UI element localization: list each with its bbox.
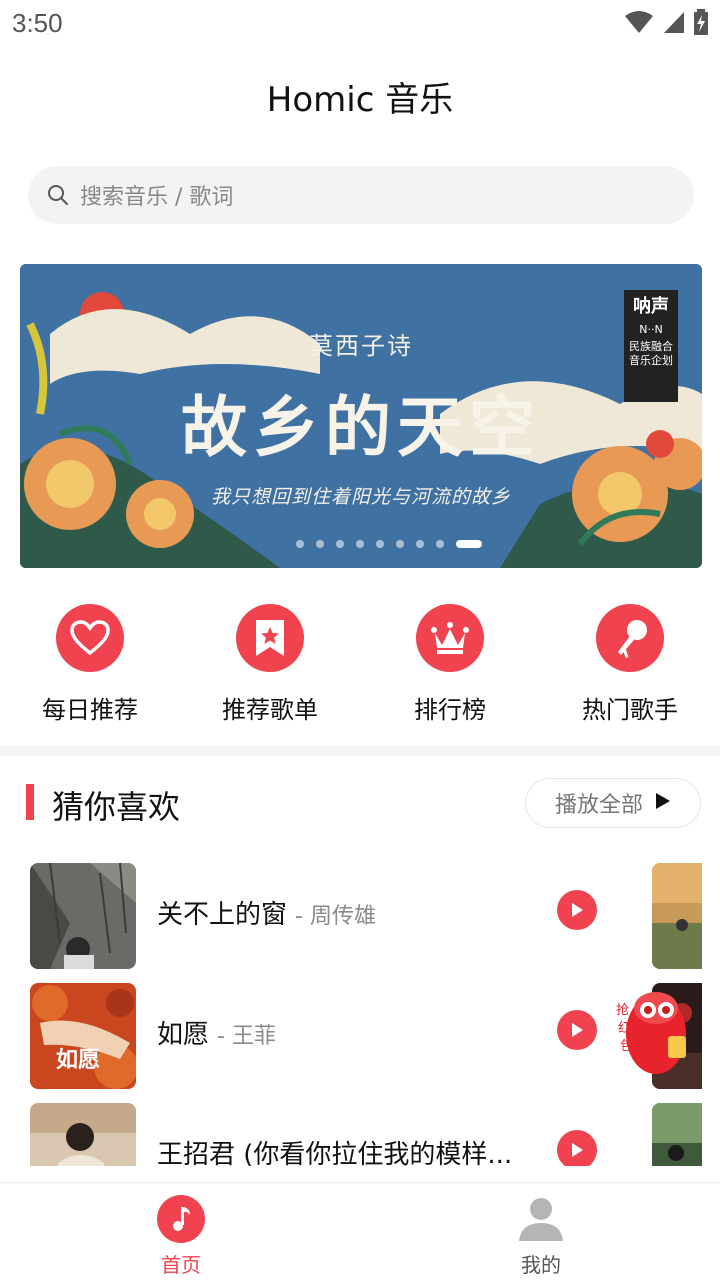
search-placeholder: 搜索音乐 / 歌词 (80, 185, 234, 210)
badge-line1: 民族融合 (629, 340, 673, 353)
crown-icon (416, 604, 484, 672)
banner-title: 故乡的天空 (181, 388, 541, 466)
tab-label: 我的 (521, 1253, 561, 1277)
user-icon (517, 1195, 565, 1243)
quick-nav-label: 推荐歌单 (222, 696, 318, 724)
carousel-dot[interactable] (356, 540, 364, 548)
tab-mine[interactable]: 我的 (441, 1195, 641, 1278)
play-icon (572, 903, 583, 917)
side-thumbnail[interactable] (652, 1103, 702, 1166)
banner-carousel[interactable]: 莫西子诗 故乡的天空 我只想回到住着阳光与河流的故乡 呐声 N··N 民族融合 … (20, 264, 702, 568)
song-title: 关不上的窗 (157, 900, 288, 930)
carousel-dot[interactable] (296, 540, 304, 548)
song-info: 关不上的窗 - 周传雄 (157, 894, 537, 931)
song-title: 如愿 (157, 1020, 210, 1050)
carousel-dot[interactable] (376, 540, 384, 548)
status-icons (624, 9, 708, 39)
quick-nav: 每日推荐 推荐歌单 排行榜 热门歌手 (0, 600, 720, 730)
svg-text:包: 包 (620, 1039, 633, 1054)
carousel-dot[interactable] (396, 540, 404, 548)
search-bar[interactable]: 搜索音乐 / 歌词 (28, 166, 694, 224)
svg-text:如愿: 如愿 (56, 1048, 100, 1073)
banner-subtitle: 莫西子诗 (309, 332, 413, 360)
battery-charging-icon (694, 9, 708, 39)
play-icon (572, 1143, 583, 1157)
bookmark-star-icon (236, 604, 304, 672)
cellular-signal-icon (662, 10, 686, 38)
heart-icon (56, 604, 124, 672)
banner-badge: 呐声 N··N 民族融合 音乐企划 (624, 290, 678, 402)
play-all-label: 播放全部 (554, 793, 643, 818)
tab-home[interactable]: 首页 (81, 1195, 281, 1278)
carousel-dot[interactable] (336, 540, 344, 548)
song-artist: - 周传雄 (295, 904, 376, 929)
svg-text:红: 红 (618, 1020, 631, 1036)
quick-nav-label: 排行榜 (414, 696, 486, 724)
status-bar: 3:50 (0, 0, 720, 50)
red-packet-float-icon[interactable]: 抢 红 包 (612, 980, 692, 1080)
carousel-indicator (20, 540, 702, 548)
section-accent-bar (26, 784, 34, 820)
music-note-icon (157, 1195, 205, 1243)
song-play-button[interactable] (557, 1010, 597, 1050)
tab-label: 首页 (161, 1253, 201, 1277)
badge-title: 呐声 (633, 296, 669, 317)
microphone-icon (596, 604, 664, 672)
app-title: Homic 音乐 (266, 80, 454, 120)
song-info: 王招君 (你看你拉住我的模样... (157, 1134, 537, 1166)
carousel-dot[interactable] (416, 540, 424, 548)
badge-mark: N··N (639, 323, 663, 336)
album-cover (30, 863, 136, 969)
badge-line2: 音乐企划 (629, 354, 673, 367)
song-title: 王招君 (你看你拉住我的模样... (157, 1140, 513, 1166)
album-cover (30, 1103, 136, 1166)
search-icon (46, 183, 70, 207)
song-info: 如愿 - 王菲 (157, 1014, 537, 1051)
song-artist: - 王菲 (217, 1024, 276, 1049)
song-play-button[interactable] (557, 890, 597, 930)
song-play-button[interactable] (557, 1130, 597, 1166)
quick-nav-charts[interactable]: 排行榜 (360, 600, 540, 725)
side-thumbnail[interactable] (652, 863, 702, 969)
banner-caption: 我只想回到住着阳光与河流的故乡 (210, 486, 511, 508)
status-time: 3:50 (12, 8, 63, 38)
play-all-button[interactable]: 播放全部 (525, 778, 701, 828)
play-triangle-icon (655, 792, 671, 814)
carousel-dot[interactable] (436, 540, 444, 548)
quick-nav-label: 热门歌手 (582, 696, 678, 724)
carousel-dot[interactable] (316, 540, 324, 548)
carousel-dot-active[interactable] (456, 540, 482, 548)
quick-nav-daily[interactable]: 每日推荐 (0, 600, 180, 725)
wifi-icon (624, 10, 654, 38)
play-icon (572, 1023, 583, 1037)
section-title: 猜你喜欢 (52, 788, 181, 826)
quick-nav-playlists[interactable]: 推荐歌单 (180, 600, 360, 725)
song-row[interactable]: 关不上的窗 - 周传雄 (0, 856, 720, 976)
section-divider (0, 746, 720, 756)
quick-nav-singers[interactable]: 热门歌手 (540, 600, 720, 725)
quick-nav-label: 每日推荐 (42, 696, 138, 724)
svg-text:抢: 抢 (616, 1002, 629, 1018)
song-row[interactable]: 王招君 (你看你拉住我的模样... (0, 1096, 720, 1166)
bottom-tab-bar: 首页 我的 (0, 1182, 720, 1280)
album-cover: 如愿 (30, 983, 136, 1089)
